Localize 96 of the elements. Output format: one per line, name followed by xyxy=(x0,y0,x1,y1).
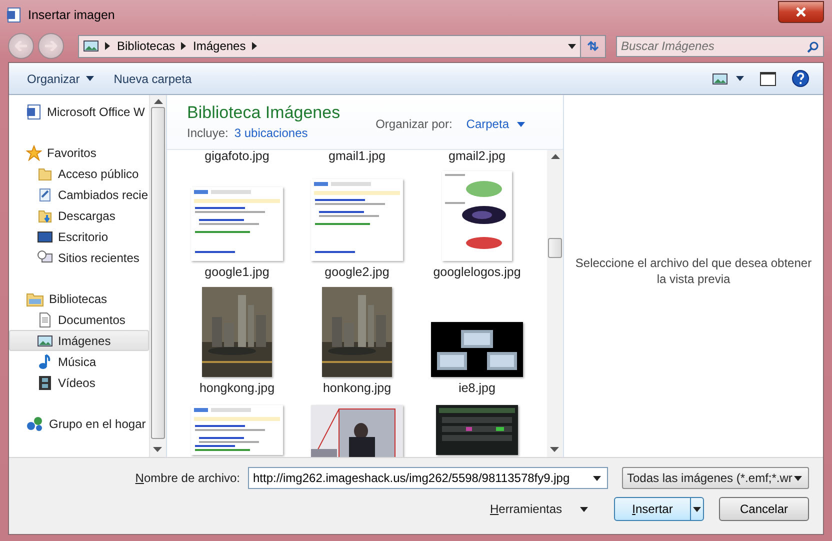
pane-icon xyxy=(760,72,776,86)
scroll-thumb[interactable] xyxy=(151,107,165,439)
scroll-thumb[interactable] xyxy=(548,238,562,258)
preview-message: Seleccione el archivo del que desea obtener la vista previa xyxy=(574,255,813,287)
close-button[interactable] xyxy=(778,1,824,23)
breadcrumb-item[interactable]: Bibliotecas xyxy=(117,39,176,53)
music-note-icon xyxy=(37,354,53,370)
library-title: Biblioteca Imágenes xyxy=(187,103,340,123)
sidebar-item[interactable]: Grupo en el hogar xyxy=(9,413,149,434)
file-item[interactable]: google2.jpg xyxy=(298,163,416,281)
file-item[interactable]: gmail2.jpg xyxy=(418,150,536,163)
file-item[interactable]: googlelogos.jpg xyxy=(418,163,536,281)
sidebar-item[interactable]: Vídeos xyxy=(9,372,149,393)
file-name: gmail1.jpg xyxy=(328,150,386,165)
dropdown-arrow-icon xyxy=(593,476,601,480)
desktop-icon xyxy=(37,228,53,244)
new-folder-button[interactable]: Nueva carpeta xyxy=(106,68,200,88)
file-name: googlelogos.jpg xyxy=(433,265,521,281)
file-name: hongkong.jpg xyxy=(199,381,275,397)
film-icon xyxy=(37,374,53,390)
file-item[interactable]: gmail1.jpg xyxy=(298,150,416,163)
filename-label: Nombre de archivo: xyxy=(135,471,240,485)
scroll-up-icon[interactable] xyxy=(550,154,560,160)
sidebar-item[interactable]: Descargas xyxy=(9,205,149,226)
breadcrumb-item[interactable]: Imágenes xyxy=(193,39,246,53)
document-icon xyxy=(26,104,42,120)
chevron-icon[interactable] xyxy=(252,42,258,50)
sidebar-item[interactable]: Bibliotecas xyxy=(9,288,149,309)
search-icon xyxy=(807,40,819,52)
arrange-dropdown[interactable]: Carpeta xyxy=(466,117,525,131)
app-icon xyxy=(6,7,22,23)
caret-icon xyxy=(736,76,744,81)
address-bar[interactable]: Bibliotecas Imágenes xyxy=(78,34,581,58)
library-icon xyxy=(26,290,44,306)
file-item[interactable]: honkong.jpg xyxy=(298,281,416,397)
image-icon xyxy=(37,332,53,348)
chevron-icon[interactable] xyxy=(181,42,188,50)
sidebar-item[interactable]: Cambiados recie xyxy=(9,184,149,205)
back-button[interactable] xyxy=(8,33,34,59)
sidebar-item[interactable]: Microsoft Office W xyxy=(9,101,149,122)
close-icon xyxy=(795,7,807,17)
insert-button[interactable]: Insertar xyxy=(614,497,704,521)
sidebar-item[interactable]: Acceso público xyxy=(9,163,149,184)
scroll-down-icon[interactable] xyxy=(153,447,162,453)
window-title: Insertar imagen xyxy=(28,8,116,22)
sidebar-item[interactable]: Imágenes xyxy=(9,330,149,351)
network-icon xyxy=(26,416,44,432)
locations-link[interactable]: 3 ubicaciones xyxy=(234,126,308,140)
caret-icon xyxy=(86,76,94,81)
star-icon xyxy=(26,144,42,160)
view-icon xyxy=(712,70,728,86)
file-type-dropdown[interactable]: Todas las imágenes (*.emf;*.wr xyxy=(622,467,809,489)
sidebar-item[interactable]: Documentos xyxy=(9,309,149,330)
sidebar-item[interactable]: Sitios recientes xyxy=(9,247,149,268)
arrange-label: Organizar por: xyxy=(376,117,452,131)
scrollbar[interactable] xyxy=(547,150,563,457)
computer-icon xyxy=(37,250,53,266)
file-name: gmail2.jpg xyxy=(448,150,506,165)
caret-icon xyxy=(517,122,525,126)
cancel-button[interactable]: Cancelar xyxy=(719,497,809,521)
organize-button[interactable]: Organizar xyxy=(19,68,102,88)
sidebar-item[interactable]: Favoritos xyxy=(9,142,149,163)
scroll-up-icon[interactable] xyxy=(154,99,162,105)
file-name: honkong.jpg xyxy=(322,381,392,397)
scrollbar[interactable] xyxy=(149,95,166,457)
dropdown-arrow-icon xyxy=(568,44,576,48)
refresh-button[interactable] xyxy=(580,34,606,58)
forward-arrow-icon xyxy=(45,41,57,51)
file-item[interactable]: hongkong.jpg xyxy=(178,281,296,397)
file-item[interactable]: gigafoto.jpg xyxy=(178,150,296,163)
refresh-icon xyxy=(586,40,600,52)
file-item[interactable]: google1.jpg xyxy=(178,163,296,281)
file-name: google1.jpg xyxy=(204,265,270,281)
filename-field[interactable]: http://img262.imageshack.us/img262/5598/98113578fy9.jpg xyxy=(248,467,608,489)
download-folder-icon xyxy=(37,208,53,224)
chevron-icon[interactable] xyxy=(105,42,111,50)
sidebar-item[interactable]: Escritorio xyxy=(9,226,149,247)
back-arrow-icon xyxy=(15,41,27,51)
file-name: ie8.jpg xyxy=(458,381,496,397)
folder-icon xyxy=(37,166,53,182)
file-name: google2.jpg xyxy=(324,265,390,281)
dropdown-arrow-icon xyxy=(693,506,701,512)
dropdown-arrow-icon xyxy=(580,506,588,512)
document-icon xyxy=(37,186,53,202)
sidebar-item[interactable]: Música xyxy=(9,351,149,372)
search-field[interactable]: Buscar Imágenes xyxy=(616,36,824,56)
tools-dropdown[interactable]: Herramientas xyxy=(490,502,588,516)
library-image-icon xyxy=(83,38,99,54)
file-item[interactable]: ie8.jpg xyxy=(418,281,536,397)
document-icon xyxy=(37,312,53,328)
help-icon xyxy=(792,70,809,87)
file-name: gigafoto.jpg xyxy=(204,150,270,165)
forward-button[interactable] xyxy=(38,33,64,59)
scroll-down-icon[interactable] xyxy=(550,447,559,453)
includes-label: Incluye: xyxy=(187,126,228,140)
dropdown-arrow-icon xyxy=(794,476,802,480)
